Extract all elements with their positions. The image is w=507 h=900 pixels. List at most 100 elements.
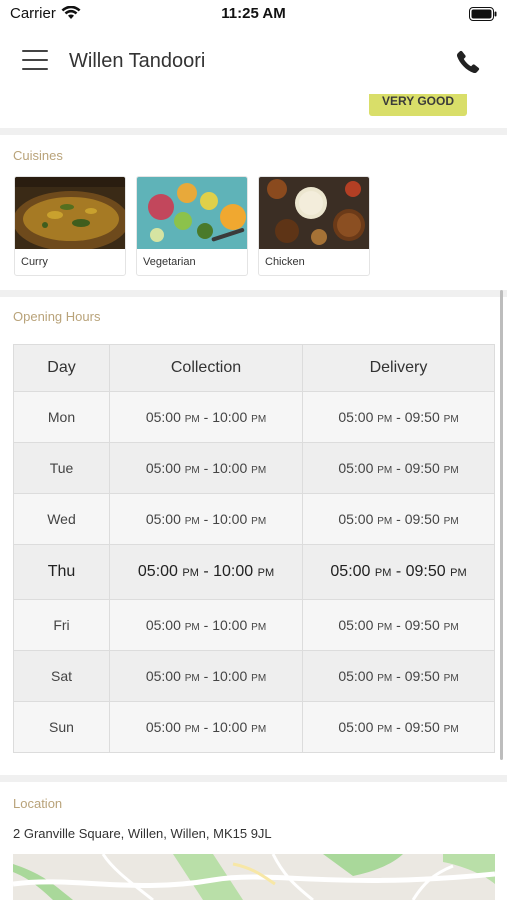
scrollbar[interactable] xyxy=(500,290,503,760)
collection-start: 05:00 xyxy=(145,668,181,684)
ampm: PM xyxy=(184,465,200,476)
collection-start: 05:00 xyxy=(145,617,181,633)
curry-image xyxy=(15,177,125,249)
column-header-delivery: Delivery xyxy=(302,344,495,392)
collection-end: 10:00 xyxy=(213,563,254,580)
table-row-mon: Mon 05:00 PM - 10:00 PM 05:00 PM - 09:50… xyxy=(13,391,495,443)
collection-start: 05:00 xyxy=(145,409,181,425)
phone-icon[interactable] xyxy=(455,49,481,75)
ampm: PM xyxy=(377,465,393,476)
ampm: PM xyxy=(184,516,200,527)
day-cell: Sun xyxy=(13,701,110,753)
delivery-start: 05:00 xyxy=(338,511,374,527)
delivery-end: 09:50 xyxy=(404,460,440,476)
ampm: PM xyxy=(443,414,459,425)
page-title: Willen Tandoori xyxy=(69,50,206,72)
ampm: PM xyxy=(184,414,200,425)
collection-start: 05:00 xyxy=(137,563,178,580)
table-row-sun: Sun 05:00 PM - 10:00 PM 05:00 PM - 09:50… xyxy=(13,701,495,753)
ampm: PM xyxy=(251,516,267,527)
opening-hours-table: Day Collection Delivery Mon 05:00 PM - 1… xyxy=(13,344,495,753)
ampm: PM xyxy=(251,622,267,633)
location-map[interactable] xyxy=(13,854,495,900)
opening-hours-section-title: Opening Hours xyxy=(13,309,101,324)
table-header-row: Day Collection Delivery xyxy=(13,344,495,392)
ampm: PM xyxy=(377,673,393,684)
status-time: 11:25 AM xyxy=(221,5,286,22)
ampm: PM xyxy=(443,673,459,684)
delivery-start: 05:00 xyxy=(330,563,371,580)
table-row-wed: Wed 05:00 PM - 10:00 PM 05:00 PM - 09:50… xyxy=(13,493,495,545)
ampm: PM xyxy=(251,673,267,684)
collection-start: 05:00 xyxy=(145,511,181,527)
ampm: PM xyxy=(257,567,275,579)
table-row-thu: Thu 05:00 PM - 10:00 PM 05:00 PM - 09:50… xyxy=(13,544,495,600)
cuisine-card-curry[interactable]: Curry xyxy=(14,176,126,276)
day-cell: Mon xyxy=(13,391,110,443)
cuisine-label: Curry xyxy=(21,256,48,268)
collection-cell: 05:00 PM - 10:00 PM xyxy=(109,493,303,545)
table-row-tue: Tue 05:00 PM - 10:00 PM 05:00 PM - 09:50… xyxy=(13,442,495,494)
delivery-start: 05:00 xyxy=(338,668,374,684)
day-cell: Thu xyxy=(13,544,110,600)
ampm: PM xyxy=(377,414,393,425)
status-bar: Carrier 11:25 AM xyxy=(0,0,507,30)
delivery-start: 05:00 xyxy=(338,460,374,476)
ampm: PM xyxy=(443,622,459,633)
cuisine-card-vegetarian[interactable]: Vegetarian xyxy=(136,176,248,276)
ampm: PM xyxy=(377,622,393,633)
cuisines-section-title: Cuisines xyxy=(13,148,63,163)
collection-start: 05:00 xyxy=(145,460,181,476)
battery-icon xyxy=(469,7,497,21)
divider xyxy=(0,290,507,297)
delivery-cell: 05:00 PM - 09:50 PM xyxy=(302,599,495,651)
chicken-image xyxy=(259,177,369,249)
delivery-end: 09:50 xyxy=(404,617,440,633)
ampm: PM xyxy=(374,567,392,579)
collection-end: 10:00 xyxy=(212,668,248,684)
collection-end: 10:00 xyxy=(212,409,248,425)
delivery-cell: 05:00 PM - 09:50 PM xyxy=(302,391,495,443)
collection-cell: 05:00 PM - 10:00 PM xyxy=(109,544,303,600)
ampm: PM xyxy=(184,622,200,633)
menu-icon[interactable] xyxy=(22,50,48,72)
cuisine-card-chicken[interactable]: Chicken xyxy=(258,176,370,276)
collection-end: 10:00 xyxy=(212,719,248,735)
delivery-end: 09:50 xyxy=(404,719,440,735)
day-cell: Sat xyxy=(13,650,110,702)
divider xyxy=(0,775,507,782)
rating-strip: VERY GOOD xyxy=(0,94,507,128)
ampm: PM xyxy=(184,673,200,684)
vegetarian-image xyxy=(137,177,247,249)
ampm: PM xyxy=(443,465,459,476)
delivery-start: 05:00 xyxy=(338,719,374,735)
ampm: PM xyxy=(251,414,267,425)
collection-cell: 05:00 PM - 10:00 PM xyxy=(109,599,303,651)
address-text: 2 Granville Square, Willen, Willen, MK15… xyxy=(13,826,272,841)
delivery-start: 05:00 xyxy=(338,409,374,425)
day-cell: Tue xyxy=(13,442,110,494)
column-header-collection: Collection xyxy=(109,344,303,392)
ampm: PM xyxy=(251,465,267,476)
divider xyxy=(0,128,507,135)
column-header-day: Day xyxy=(13,344,110,392)
delivery-cell: 05:00 PM - 09:50 PM xyxy=(302,650,495,702)
collection-end: 10:00 xyxy=(212,511,248,527)
cuisine-label: Vegetarian xyxy=(143,256,196,268)
delivery-cell: 05:00 PM - 09:50 PM xyxy=(302,701,495,753)
delivery-cell: 05:00 PM - 09:50 PM xyxy=(302,493,495,545)
delivery-cell: 05:00 PM - 09:50 PM xyxy=(302,442,495,494)
ampm: PM xyxy=(377,516,393,527)
delivery-end: 09:50 xyxy=(405,563,446,580)
collection-cell: 05:00 PM - 10:00 PM xyxy=(109,701,303,753)
ampm: PM xyxy=(377,724,393,735)
collection-end: 10:00 xyxy=(212,617,248,633)
delivery-cell: 05:00 PM - 09:50 PM xyxy=(302,544,495,600)
day-cell: Wed xyxy=(13,493,110,545)
day-cell: Fri xyxy=(13,599,110,651)
collection-cell: 05:00 PM - 10:00 PM xyxy=(109,650,303,702)
table-row-sat: Sat 05:00 PM - 10:00 PM 05:00 PM - 09:50… xyxy=(13,650,495,702)
collection-cell: 05:00 PM - 10:00 PM xyxy=(109,442,303,494)
ampm: PM xyxy=(184,724,200,735)
collection-end: 10:00 xyxy=(212,460,248,476)
